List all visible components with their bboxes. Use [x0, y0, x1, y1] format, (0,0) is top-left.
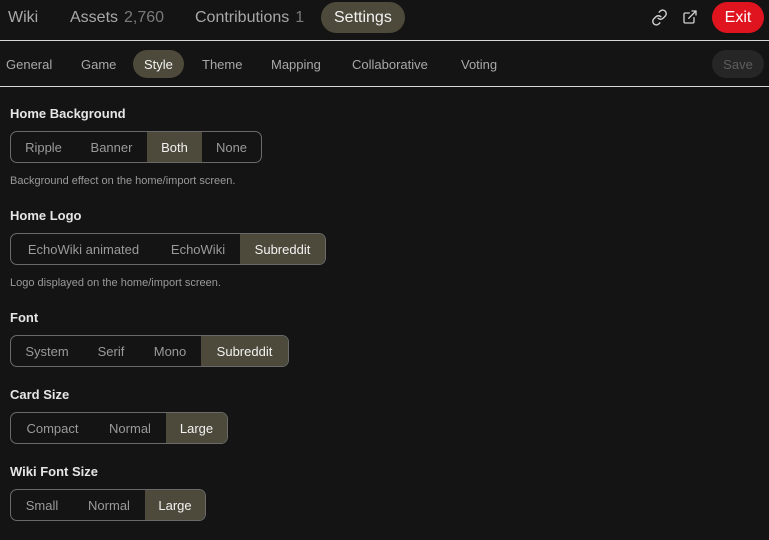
subtab-voting[interactable]: Voting — [461, 50, 497, 78]
card-size-option-large[interactable]: Large — [166, 413, 227, 443]
home-background-segmented: Ripple Banner Both None — [10, 131, 262, 163]
home-background-option-none[interactable]: None — [202, 132, 261, 162]
tab-settings-label: Settings — [334, 8, 392, 26]
save-button[interactable]: Save — [712, 50, 764, 78]
wiki-font-size-option-normal[interactable]: Normal — [73, 490, 145, 520]
card-size-segmented: Compact Normal Large — [10, 412, 228, 444]
wiki-font-size-option-large[interactable]: Large — [145, 490, 205, 520]
link-icon[interactable] — [648, 6, 670, 28]
tab-assets-label: Assets — [70, 8, 119, 26]
tab-wiki[interactable]: Wiki — [8, 2, 38, 33]
home-logo-option-echowiki[interactable]: EchoWiki — [156, 234, 240, 264]
subtab-game[interactable]: Game — [81, 50, 116, 78]
font-option-system[interactable]: System — [11, 336, 83, 366]
external-link-icon[interactable] — [679, 6, 701, 28]
card-size-option-normal[interactable]: Normal — [94, 413, 166, 443]
exit-button[interactable]: Exit — [712, 2, 764, 33]
font-segmented: System Serif Mono Subreddit — [10, 335, 289, 367]
tab-settings[interactable]: Settings — [321, 2, 405, 33]
wiki-font-size-option-small[interactable]: Small — [11, 490, 73, 520]
home-logo-option-subreddit[interactable]: Subreddit — [240, 234, 325, 264]
subtab-collaborative[interactable]: Collaborative — [352, 50, 428, 78]
subtab-general[interactable]: General — [6, 50, 52, 78]
card-size-option-compact[interactable]: Compact — [11, 413, 94, 443]
home-background-option-banner[interactable]: Banner — [76, 132, 147, 162]
home-logo-segmented: EchoWiki animated EchoWiki Subreddit — [10, 233, 326, 265]
home-background-help: Background effect on the home/import scr… — [10, 175, 236, 187]
home-logo-option-echowiki-animated[interactable]: EchoWiki animated — [11, 234, 156, 264]
home-logo-help: Logo displayed on the home/import screen… — [10, 277, 221, 289]
subtab-style[interactable]: Style — [133, 50, 184, 78]
tab-contributions-label: Contributions — [195, 8, 290, 26]
tab-wiki-label: Wiki — [8, 8, 39, 26]
subtab-mapping[interactable]: Mapping — [271, 50, 321, 78]
tab-contributions[interactable]: Contributions 1 — [195, 2, 304, 33]
wiki-font-size-label: Wiki Font Size — [10, 464, 98, 479]
home-logo-label: Home Logo — [10, 208, 82, 223]
font-label: Font — [10, 310, 39, 325]
home-background-option-both[interactable]: Both — [147, 132, 202, 162]
card-size-label: Card Size — [10, 387, 70, 402]
settings-subnav: General Game Style Theme Mapping Collabo… — [0, 41, 769, 87]
font-option-serif[interactable]: Serif — [83, 336, 139, 366]
home-background-label: Home Background — [10, 106, 126, 121]
assets-count: 2,760 — [124, 8, 165, 26]
top-nav: Wiki Assets 2,760 Contributions 1 Settin… — [0, 0, 769, 41]
tab-assets[interactable]: Assets 2,760 — [70, 2, 164, 33]
font-option-subreddit[interactable]: Subreddit — [201, 336, 288, 366]
subtab-theme[interactable]: Theme — [202, 50, 242, 78]
wiki-font-size-segmented: Small Normal Large — [10, 489, 206, 521]
font-option-mono[interactable]: Mono — [139, 336, 201, 366]
contributions-count: 1 — [295, 8, 305, 26]
home-background-option-ripple[interactable]: Ripple — [11, 132, 76, 162]
